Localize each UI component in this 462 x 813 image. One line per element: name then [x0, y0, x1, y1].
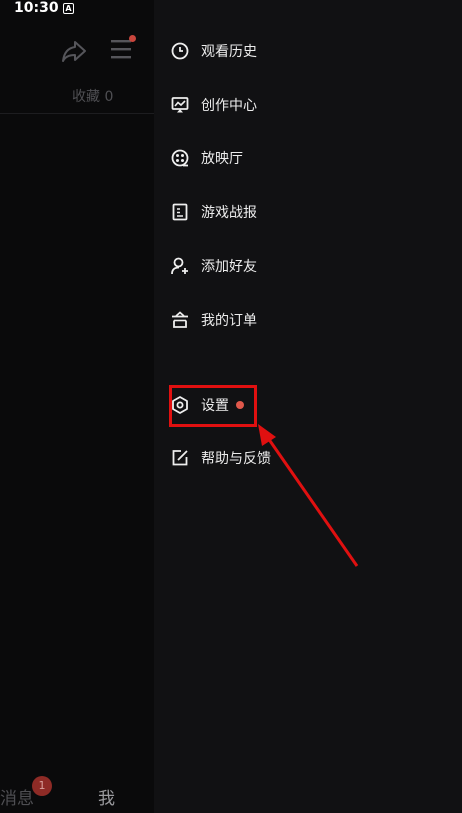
drawer-item-theater[interactable]: 放映厅 [171, 143, 243, 173]
add-person-icon [171, 257, 189, 275]
drawer-item-label: 观看历史 [201, 44, 257, 60]
menu-notification-dot [129, 35, 136, 42]
drawer-item-label: 放映厅 [201, 151, 243, 167]
drawer-item-creator-center[interactable]: 创作中心 [171, 90, 257, 120]
tab-me[interactable]: 我 [98, 784, 115, 809]
divider [0, 113, 154, 114]
clock-icon [171, 42, 189, 60]
drawer-item-my-orders[interactable]: 我的订单 [171, 305, 257, 335]
drawer-item-game-report[interactable]: 游戏战报 [171, 197, 257, 227]
tab-messages[interactable]: 消息 [0, 784, 34, 809]
edit-feedback-icon [171, 449, 189, 467]
drawer-item-label: 我的订单 [201, 313, 257, 329]
drawer-item-add-friends[interactable]: 添加好友 [171, 251, 257, 281]
collect-count[interactable]: 收藏 0 [72, 86, 113, 106]
drawer-item-label: 添加好友 [201, 259, 257, 275]
messages-badge: 1 [32, 776, 52, 796]
drawer-item-label: 创作中心 [201, 98, 257, 114]
monitor-chart-icon [171, 96, 189, 114]
notification-a-icon: A [63, 3, 74, 14]
basket-icon [171, 311, 189, 329]
background-profile-page: 收藏 0 消息 1 我 [0, 0, 154, 813]
film-reel-icon [171, 149, 189, 167]
status-time: 10:30 [14, 0, 59, 16]
share-icon[interactable] [60, 37, 88, 65]
drawer-item-watch-history[interactable]: 观看历史 [171, 36, 257, 66]
drawer-item-label: 帮助与反馈 [201, 451, 271, 467]
drawer-item-help-feedback[interactable]: 帮助与反馈 [171, 443, 271, 473]
highlight-box [169, 385, 257, 427]
drawer-item-label: 游戏战报 [201, 205, 257, 221]
document-icon [171, 203, 189, 221]
